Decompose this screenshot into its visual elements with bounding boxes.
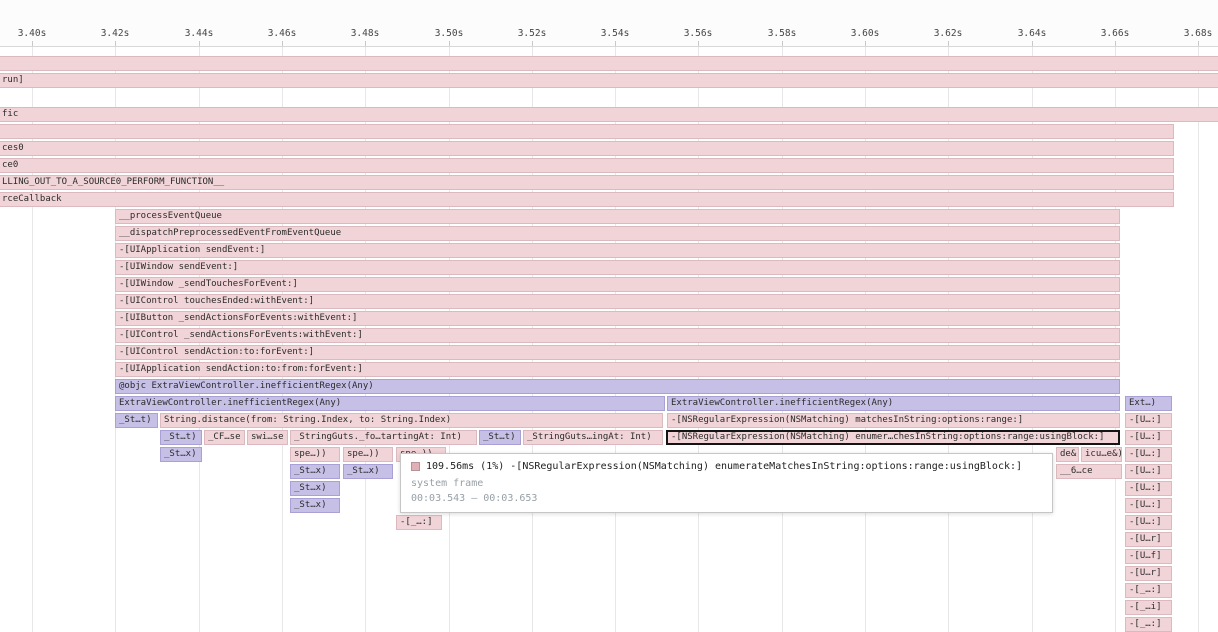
ruler-tick-mark bbox=[865, 41, 866, 46]
timeline-ruler[interactable]: 3.40s 3.42s 3.44s 3.46s 3.48s 3.50s 3.52s 3.54s… bbox=[0, 0, 1218, 47]
flame-bar[interactable]: String.distance(from: String.Index, to: … bbox=[160, 413, 663, 428]
frame-color-swatch bbox=[411, 462, 420, 471]
flame-bar[interactable]: _St…t) bbox=[479, 430, 521, 445]
ruler-tick-label: 3.54s bbox=[601, 28, 630, 39]
flame-bar[interactable]: _St…x) bbox=[290, 498, 340, 513]
ruler-tick-label: 3.58s bbox=[768, 28, 797, 39]
flame-bar[interactable] bbox=[0, 124, 1174, 139]
ruler-tick-mark bbox=[1032, 41, 1033, 46]
flame-bar[interactable]: run] bbox=[0, 73, 1218, 88]
flame-bar[interactable]: de&) bbox=[1056, 447, 1079, 462]
ruler-tick-mark bbox=[782, 41, 783, 46]
flame-bar[interactable]: -[U…:] bbox=[1125, 430, 1172, 445]
flame-bar[interactable]: -[UIControl touchesEnded:withEvent:] bbox=[115, 294, 1120, 309]
flame-bar[interactable]: _StringGuts…ingAt: Int) bbox=[523, 430, 663, 445]
ruler-tick-label: 3.48s bbox=[351, 28, 380, 39]
flame-bar[interactable]: -[UIWindow _sendTouchesForEvent:] bbox=[115, 277, 1120, 292]
ruler-tick-mark bbox=[615, 41, 616, 46]
ruler-tick-label: 3.64s bbox=[1018, 28, 1047, 39]
flame-bar[interactable]: ExtraViewController.inefficientRegex(Any… bbox=[115, 396, 665, 411]
flame-bar[interactable]: -[UIButton _sendActionsForEvents:withEve… bbox=[115, 311, 1120, 326]
flame-bar[interactable]: spe…)) bbox=[290, 447, 340, 462]
flame-bar[interactable]: swi…se bbox=[247, 430, 288, 445]
ruler-tick-mark bbox=[1198, 41, 1199, 46]
flame-bar[interactable]: -[U…f] bbox=[1125, 549, 1172, 564]
flame-bar[interactable]: -[_…:] bbox=[396, 515, 442, 530]
flame-bar[interactable]: -[U…:] bbox=[1125, 413, 1172, 428]
ruler-tick-label: 3.66s bbox=[1101, 28, 1130, 39]
flame-bar[interactable]: spe…)) bbox=[343, 447, 393, 462]
ruler-tick-mark bbox=[1115, 41, 1116, 46]
ruler-tick-mark bbox=[948, 41, 949, 46]
ruler-tick-label: 3.62s bbox=[934, 28, 963, 39]
ruler-tick-mark bbox=[199, 41, 200, 46]
flame-bar[interactable]: _StringGuts._fo…tartingAt: Int) bbox=[290, 430, 477, 445]
flame-bar[interactable]: __6…ce bbox=[1056, 464, 1122, 479]
ruler-tick-label: 3.52s bbox=[518, 28, 547, 39]
ruler-tick-label: 3.44s bbox=[185, 28, 214, 39]
flame-bar[interactable]: icu…e&) bbox=[1081, 447, 1122, 462]
tooltip-frame-kind: system frame bbox=[411, 478, 1042, 489]
ruler-tick-mark bbox=[282, 41, 283, 46]
flame-bar[interactable]: _St…x) bbox=[343, 464, 393, 479]
tooltip-title-row: 109.56ms (1%) -[NSRegularExpression(NSMa… bbox=[411, 461, 1042, 472]
flame-bar[interactable]: -[_…i] bbox=[1125, 600, 1172, 615]
flame-bar[interactable]: -[U…:] bbox=[1125, 447, 1172, 462]
tooltip-time-range: 00:03.543 — 00:03.653 bbox=[411, 493, 1042, 504]
ruler-tick-mark bbox=[449, 41, 450, 46]
flame-bar[interactable]: -[UIWindow sendEvent:] bbox=[115, 260, 1120, 275]
ruler-tick-label: 3.60s bbox=[851, 28, 880, 39]
flame-bar[interactable]: -[NSRegularExpression(NSMatching) matche… bbox=[667, 413, 1120, 428]
flame-bar[interactable]: Ext…) bbox=[1125, 396, 1172, 411]
ruler-tick-label: 3.50s bbox=[435, 28, 464, 39]
flame-bar[interactable]: -[UIApplication sendAction:to:from:forEv… bbox=[115, 362, 1120, 377]
flame-bar[interactable]: ce0 bbox=[0, 158, 1174, 173]
ruler-tick-mark bbox=[115, 41, 116, 46]
time-profiler-flame-graph: 3.40s 3.42s 3.44s 3.46s 3.48s 3.50s 3.52s 3.54s… bbox=[0, 0, 1218, 632]
ruler-tick-mark bbox=[698, 41, 699, 46]
flame-bar[interactable]: -[U…:] bbox=[1125, 498, 1172, 513]
flame-bar-selected[interactable]: -[NSRegularExpression(NSMatching) enumer… bbox=[666, 430, 1120, 445]
flame-bar[interactable]: -[UIControl sendAction:to:forEvent:] bbox=[115, 345, 1120, 360]
ruler-tick-label: 3.68s bbox=[1184, 28, 1213, 39]
flame-bar[interactable]: __dispatchPreprocessedEventFromEventQueu… bbox=[115, 226, 1120, 241]
flame-bar[interactable]: -[UIControl _sendActionsForEvents:withEv… bbox=[115, 328, 1120, 343]
gridline bbox=[1198, 46, 1199, 632]
ruler-tick-label: 3.46s bbox=[268, 28, 297, 39]
frame-tooltip: 109.56ms (1%) -[NSRegularExpression(NSMa… bbox=[400, 453, 1053, 513]
ruler-tick-label: 3.56s bbox=[684, 28, 713, 39]
flame-bar[interactable]: -[U…r] bbox=[1125, 566, 1172, 581]
tooltip-title: 109.56ms (1%) -[NSRegularExpression(NSMa… bbox=[426, 461, 1022, 472]
flame-bar[interactable]: -[_…:] bbox=[1125, 583, 1172, 598]
flame-bar[interactable]: _St…t) bbox=[160, 430, 202, 445]
flame-bar[interactable]: _St…x) bbox=[160, 447, 202, 462]
ruler-tick-mark bbox=[365, 41, 366, 46]
flame-bar[interactable]: ces0 bbox=[0, 141, 1174, 156]
flame-bar[interactable]: _St…x) bbox=[290, 464, 340, 479]
flame-bar[interactable]: __processEventQueue bbox=[115, 209, 1120, 224]
flame-bar[interactable]: @objc ExtraViewController.inefficientReg… bbox=[115, 379, 1120, 394]
flame-bar[interactable]: -[U…:] bbox=[1125, 464, 1172, 479]
flame-bar[interactable]: -[U…:] bbox=[1125, 481, 1172, 496]
flame-bar[interactable]: -[UIApplication sendEvent:] bbox=[115, 243, 1120, 258]
ruler-tick-label: 3.40s bbox=[18, 28, 47, 39]
flame-bar[interactable]: -[_…:] bbox=[1125, 617, 1172, 632]
flame-bar[interactable] bbox=[0, 56, 1218, 71]
ruler-tick-mark bbox=[32, 41, 33, 46]
flame-bar[interactable]: -[U…:] bbox=[1125, 515, 1172, 530]
flame-bar[interactable]: fic bbox=[0, 107, 1218, 122]
ruler-tick-mark bbox=[532, 41, 533, 46]
flame-bar[interactable]: _CF…se bbox=[204, 430, 245, 445]
flame-bar[interactable]: -[U…r] bbox=[1125, 532, 1172, 547]
flame-bar[interactable]: rceCallback bbox=[0, 192, 1174, 207]
flame-bar[interactable]: ExtraViewController.inefficientRegex(Any… bbox=[667, 396, 1120, 411]
flame-bar[interactable]: _St…t) bbox=[115, 413, 158, 428]
flame-bar[interactable]: LLING_OUT_TO_A_SOURCE0_PERFORM_FUNCTION_… bbox=[0, 175, 1174, 190]
flame-bar[interactable]: _St…x) bbox=[290, 481, 340, 496]
ruler-tick-label: 3.42s bbox=[101, 28, 130, 39]
